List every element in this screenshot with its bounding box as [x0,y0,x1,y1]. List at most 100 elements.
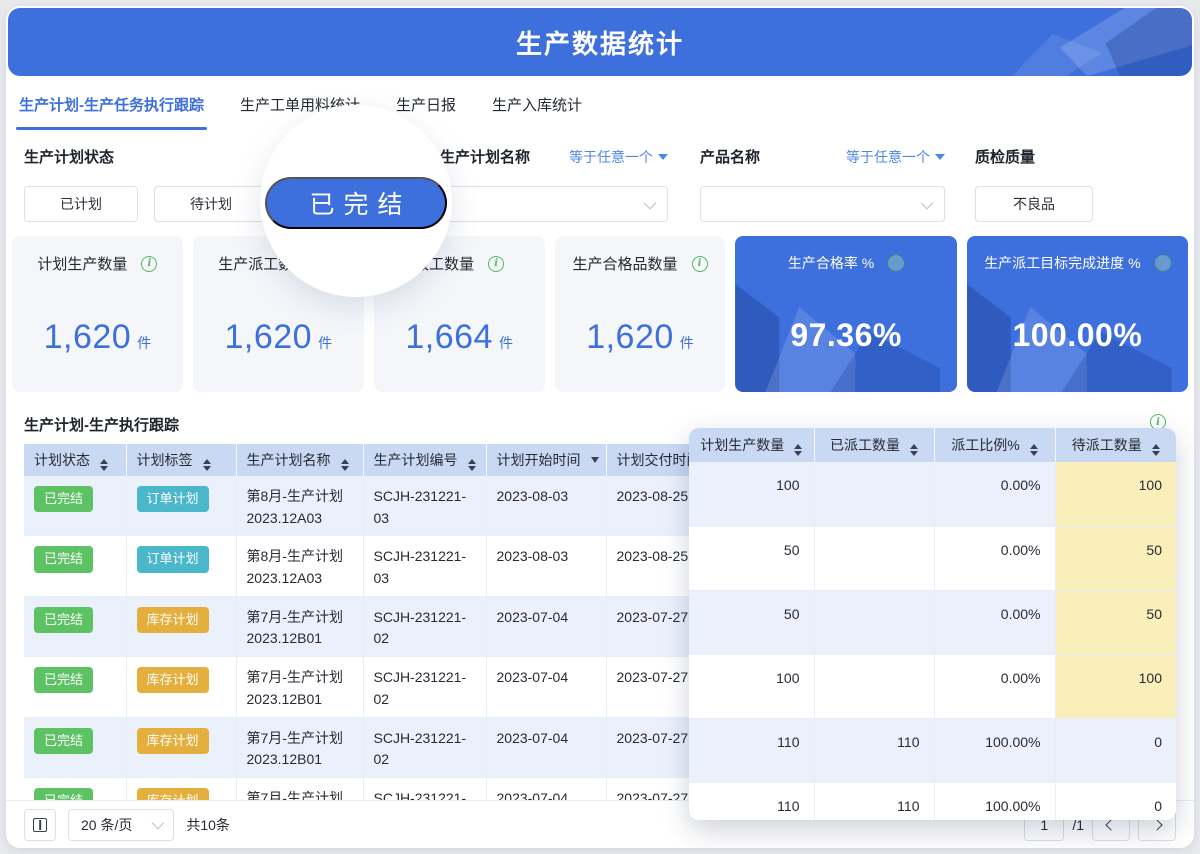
operator-dropdown[interactable]: 等于任意一个 [569,147,668,167]
tag-badge: 库存计划 [137,728,209,754]
tag-badge: 订单计划 [137,546,209,572]
filter-label: 质检质量 [975,146,1095,168]
cell-pending-qty: 50 [1055,590,1176,654]
column-header[interactable]: 待派工数量 [1055,428,1176,462]
cell-planned-qty: 100 [689,462,814,526]
kpi-unit: 件 [318,335,332,351]
cell-plan-name: 第7月-生产计划 2023.12B01 [236,657,363,717]
tag-badge: 库存计划 [137,667,209,693]
cell-dispatch-ratio: 0.00% [934,590,1055,654]
cell-planned-qty: 110 [689,782,814,820]
info-icon[interactable]: i [692,256,708,272]
kpi-value-row: 1,664件 [388,318,531,357]
sort-icon[interactable] [468,459,476,471]
column-settings-icon [33,818,47,832]
column-header[interactable]: 计划生产数量 [689,428,814,462]
info-icon[interactable]: i [141,256,157,272]
status-option-finished-highlighted[interactable]: 已完结 [265,177,447,229]
table-row: 110110100.00%0 [689,782,1176,820]
cell-dispatched-qty: 110 [814,782,934,820]
column-header[interactable]: 已派工数量 [814,428,934,462]
total-count-text: 共10条 [186,815,230,835]
page-size-select[interactable]: 20 条/页 [68,809,174,841]
cell-plan-status: 已完结 [24,777,126,800]
dispatch-detail-panel: 计划生产数量已派工数量派工比例%待派工数量 100 0.00% 100 500.00%… [689,428,1176,820]
kpi-value-row: 97.36% [749,317,942,354]
sort-icon[interactable] [203,459,211,471]
tab-inbound-stats[interactable]: 生产入库统计 [489,76,585,132]
qc-option-defective[interactable]: 不良品 [975,186,1093,222]
filter-bar: 生产计划状态 已计划 待计划 已完结 生产计划名称 等于任意一个 产品名称 [24,146,1176,234]
kpi-card: 计划生产数量i1,620件 [12,236,183,392]
tag-badge: 库存计划 [137,607,209,633]
info-icon[interactable]: i [888,255,904,271]
cell-plan-name: 第7月-生产计划 2023.12B01 [236,777,363,800]
kpi-card-header: 生产派工目标完成进度 % i [981,253,1174,273]
kpi-card-row: 计划生产数量i1,620件生产派工数量i1,620件报工数量i1,664件生产合… [12,236,1188,392]
cell-plan-status: 已完结 [24,717,126,777]
column-settings-button[interactable] [24,809,56,841]
status-option-planned[interactable]: 已计划 [24,186,138,222]
dispatch-detail-table: 计划生产数量已派工数量派工比例%待派工数量 100 0.00% 100 500.00%… [689,428,1176,820]
kpi-title: 生产合格品数量 [573,253,678,274]
sort-icon[interactable] [1030,444,1038,456]
tab-plan-task-tracking[interactable]: 生产计划-生产任务执行跟踪 [16,76,207,132]
cell-plan-name: 第7月-生产计划 2023.12B01 [236,717,363,777]
kpi-card: 生产合格率 % i 97.36% [735,236,956,392]
cell-dispatched-qty [814,526,934,590]
column-header[interactable]: 计划开始时间 [486,444,606,476]
cell-pending-qty: 0 [1055,782,1176,820]
cell-plan-code: SCJH-231221-03 [363,536,486,596]
cell-plan-code: SCJH-231221-02 [363,596,486,656]
product-name-select[interactable] [700,186,945,222]
column-header[interactable]: 计划标签 [126,444,236,476]
cell-plan-code: SCJH-231221-02 [363,657,486,717]
page-title: 生产数据统计 [516,24,684,61]
kpi-title: 生产派工目标完成进度 % [984,253,1140,273]
cell-plan-code: SCJH-231221-03 [363,476,486,536]
kpi-value: 1,620 [586,318,674,356]
cell-plan-tag: 库存计划 [126,717,236,777]
caret-down-icon [658,154,668,160]
column-header[interactable]: 派工比例% [934,428,1055,462]
dashboard-card: 生产数据统计 生产计划-生产任务执行跟踪生产工单用料统计生产日报生产入库统计 生… [6,6,1194,848]
table-header: 计划生产数量已派工数量派工比例%待派工数量 [689,428,1176,462]
sort-icon[interactable] [591,457,599,463]
column-header[interactable]: 生产计划编号 [363,444,486,476]
cell-plan-status: 已完结 [24,536,126,596]
kpi-value-row: 1,620件 [207,318,350,357]
cell-pending-qty: 50 [1055,526,1176,590]
sort-icon[interactable] [794,444,802,456]
kpi-unit: 件 [137,335,151,351]
filter-product-name: 产品名称 等于任意一个 [700,146,945,222]
sort-icon[interactable] [100,459,108,471]
sort-icon[interactable] [341,459,349,471]
status-badge: 已完结 [34,667,93,693]
sort-icon[interactable] [910,444,918,456]
cell-plan-tag: 订单计划 [126,536,236,596]
kpi-value-row: 1,620件 [26,318,169,357]
column-header[interactable]: 生产计划名称 [236,444,363,476]
info-icon[interactable]: i [488,256,504,272]
status-option-pending[interactable]: 待计划 [154,186,268,222]
cell-dispatched-qty [814,590,934,654]
chevron-down-icon [644,196,657,209]
kpi-card: 生产派工目标完成进度 %i100.00% [967,236,1188,392]
table-row: 1000.00%100 [689,654,1176,718]
cell-plan-code: SCJH-231221-02 [363,777,486,800]
status-badge: 已完结 [34,607,93,633]
column-header[interactable]: 计划状态 [24,444,126,476]
operator-dropdown[interactable]: 等于任意一个 [846,147,945,167]
caret-down-icon [935,154,945,160]
table-row: 1000.00%100 [689,462,1176,526]
cell-dispatch-ratio: 0.00% [934,462,1055,526]
kpi-title: 生产合格率 % [788,253,874,273]
plan-name-select[interactable] [440,186,668,222]
sort-icon[interactable] [1152,444,1160,456]
kpi-unit: 件 [499,335,513,351]
cell-planned-qty: 100 [689,654,814,718]
table-row: 110110100.00%0 [689,718,1176,782]
cell-plan-code: SCJH-231221-02 [363,717,486,777]
cell-dispatch-ratio: 0.00% [934,654,1055,718]
info-icon[interactable]: i [1155,255,1171,271]
